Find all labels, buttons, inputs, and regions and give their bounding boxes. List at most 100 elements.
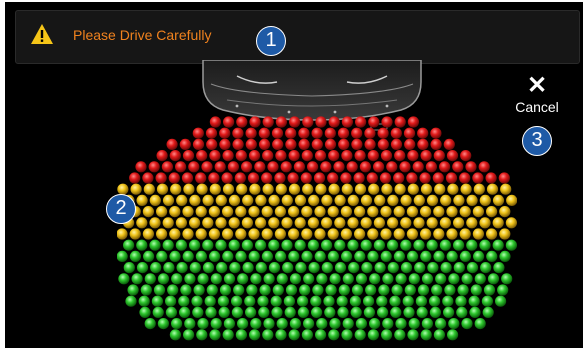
sensor-dot-near <box>346 161 358 173</box>
sensor-dot-near <box>274 172 286 184</box>
callout-2: 2 <box>106 194 136 224</box>
sensor-dot-near <box>182 150 195 162</box>
sensor-dot-near <box>407 150 419 162</box>
sensor-dot-mid <box>380 206 392 218</box>
sensor-dot-mid <box>307 217 319 229</box>
sensor-dot-near <box>377 127 389 139</box>
sensor-dot-far <box>193 284 205 296</box>
sensor-dot-near <box>245 138 257 150</box>
warning-banner: Please Drive Carefully <box>15 10 580 64</box>
sensor-dot-near <box>478 161 490 173</box>
sensor-dot-mid <box>195 228 207 240</box>
sensor-dot-far <box>223 273 236 285</box>
sensor-dot-far <box>307 239 319 251</box>
sensor-dot-mid <box>202 194 214 206</box>
sensor-dot-far <box>233 284 245 296</box>
sensor-dot-far <box>143 250 155 262</box>
sensor-dot-mid <box>400 217 412 229</box>
sensor-dot-near <box>208 172 220 184</box>
sensor-dot-far <box>268 262 281 274</box>
sensor-dot-near <box>300 172 312 184</box>
sensor-dot-far <box>255 239 267 251</box>
sensor-dot-mid <box>367 228 379 240</box>
sensor-dot-far <box>347 239 359 251</box>
sensor-dot-mid <box>321 217 333 229</box>
sensor-dot-near <box>328 150 340 162</box>
sensor-dot-near <box>262 116 274 128</box>
sensor-dot-mid <box>169 228 181 240</box>
sensor-dot-mid <box>400 194 412 206</box>
sensor-dot-far <box>479 239 491 251</box>
sensor-dot-mid <box>492 194 505 206</box>
sensor-dot-near <box>311 127 323 139</box>
sensor-dot-near <box>195 172 207 184</box>
sensor-dot-mid <box>235 206 247 218</box>
sensor-dot-far <box>466 239 478 251</box>
sensor-dot-near <box>439 161 451 173</box>
sensor-dot-far <box>263 273 275 285</box>
screen: Please Drive Carefully 1 2 ✕ Cancel 3 <box>0 0 588 350</box>
sensor-dot-far <box>261 250 273 262</box>
cancel-button[interactable]: ✕ Cancel <box>505 74 569 130</box>
sensor-dot-mid <box>235 228 247 240</box>
sensor-dot-far <box>288 250 300 262</box>
sensor-dot-far <box>414 262 426 274</box>
sensor-dot-mid <box>248 228 260 240</box>
sensor-dot-far <box>246 284 258 296</box>
sensor-dot-near <box>364 127 376 139</box>
sensor-dot-far <box>140 284 152 296</box>
sensor-dot-near <box>298 127 310 139</box>
sensor-dot-far <box>408 273 420 285</box>
sensor-dot-far <box>171 318 183 330</box>
sensor-dot-far <box>257 295 269 307</box>
sensor-dot-far <box>376 295 388 307</box>
sensor-dot-far <box>202 262 215 274</box>
sensor-dot-far <box>205 306 217 318</box>
sensor-dot-mid <box>360 217 372 229</box>
sensor-dot-far <box>202 239 214 251</box>
sensor-dot-far <box>250 273 262 285</box>
sensor-dot-far <box>316 318 328 330</box>
sensor-dot-far <box>165 306 177 318</box>
sensor-dot-mid <box>149 194 161 206</box>
sensor-dot-far <box>461 318 473 330</box>
sensor-dot-far <box>289 273 302 285</box>
sensor-dot-mid <box>407 183 419 195</box>
sensor-dot-mid <box>170 183 182 195</box>
sensor-dot-far <box>144 273 156 285</box>
sensor-dot-near <box>289 116 301 128</box>
sensor-dot-mid <box>354 183 367 195</box>
sensor-dot-mid <box>466 217 478 229</box>
sensor-dot-mid <box>354 228 366 240</box>
sensor-dot-far <box>407 250 419 262</box>
sensor-dot-far <box>184 318 196 330</box>
sensor-dot-far <box>127 284 139 296</box>
sensor-dot-far <box>404 284 416 296</box>
sensor-dot-far <box>321 239 333 251</box>
sensor-dot-mid <box>486 183 499 195</box>
sensor-dot-far <box>329 318 341 330</box>
sensor-dot-near <box>445 172 458 184</box>
sensor-dot-near <box>209 150 221 162</box>
sensor-dot-far <box>249 329 261 341</box>
sensor-dot-far <box>123 239 135 251</box>
sensor-dot-far <box>382 273 394 285</box>
sensor-dot-far <box>381 329 393 341</box>
sensor-dot-mid <box>241 217 253 229</box>
sensor-dot-mid <box>175 217 187 229</box>
sensor-dot-far <box>117 250 128 262</box>
sensor-dot-far <box>363 295 375 307</box>
sensor-dot-near <box>206 138 218 150</box>
sensor-dot-near <box>175 161 187 173</box>
sensor-dot-far <box>189 239 201 251</box>
sensor-dot-mid <box>302 183 314 195</box>
sensor-dot-far <box>337 306 349 318</box>
sensor-dot-mid <box>446 228 458 240</box>
sensor-dot-far <box>341 250 353 262</box>
sensor-dot-mid <box>288 183 301 195</box>
sensor-dot-near <box>192 138 205 150</box>
sensor-dot-near <box>404 138 416 150</box>
sensor-dot-mid <box>183 183 195 195</box>
sensor-dot-far <box>255 262 267 274</box>
sensor-dot-mid <box>294 217 306 229</box>
